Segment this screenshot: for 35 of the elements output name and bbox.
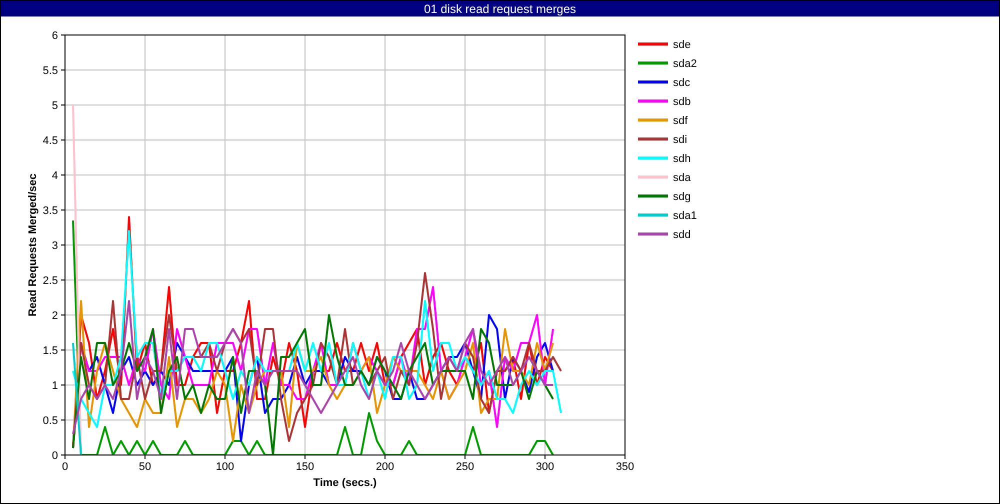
x-axis-title: Time (secs.) <box>313 477 377 489</box>
y-tick-label: 6 <box>52 30 58 42</box>
x-tick-label: 300 <box>536 461 554 473</box>
legend-label: sda1 <box>673 210 697 222</box>
x-tick-label: 50 <box>138 461 152 473</box>
y-tick-label: 0.5 <box>42 415 58 427</box>
legend-label: sde <box>673 39 691 51</box>
y-tick-label: 2.5 <box>42 275 58 287</box>
legend-label: sdh <box>673 153 691 165</box>
y-tick-label: 4 <box>52 170 58 182</box>
y-tick-label: 1 <box>52 380 58 392</box>
y-tick-label: 3.5 <box>42 205 58 217</box>
legend-label: sdc <box>673 77 690 89</box>
y-tick-label: 5.5 <box>42 65 58 77</box>
y-tick-label: 4.5 <box>42 135 58 147</box>
y-tick-label: 5 <box>52 100 58 112</box>
x-tick-label: 200 <box>376 461 394 473</box>
legend-label: sdi <box>673 134 688 146</box>
legend-label: sdd <box>673 229 691 241</box>
legend-label: sdg <box>673 191 691 203</box>
legend-label: sdb <box>673 96 691 108</box>
legend-label: sdf <box>673 115 688 127</box>
x-tick-label: 250 <box>456 461 474 473</box>
y-tick-label: 3 <box>52 240 58 252</box>
legend-label: sda <box>673 172 691 184</box>
window-title: 01 disk read request merges <box>1 1 999 17</box>
x-tick-label: 350 <box>616 461 634 473</box>
y-tick-label: 2 <box>52 310 58 322</box>
legend-label: sda2 <box>673 58 697 70</box>
x-tick-label: 0 <box>62 461 68 473</box>
x-tick-label: 150 <box>296 461 314 473</box>
y-axis-title: Read Requests Merged/sec <box>27 173 39 317</box>
y-tick-label: 1.5 <box>42 345 58 357</box>
x-tick-label: 100 <box>216 461 234 473</box>
y-tick-label: 0 <box>52 450 58 462</box>
